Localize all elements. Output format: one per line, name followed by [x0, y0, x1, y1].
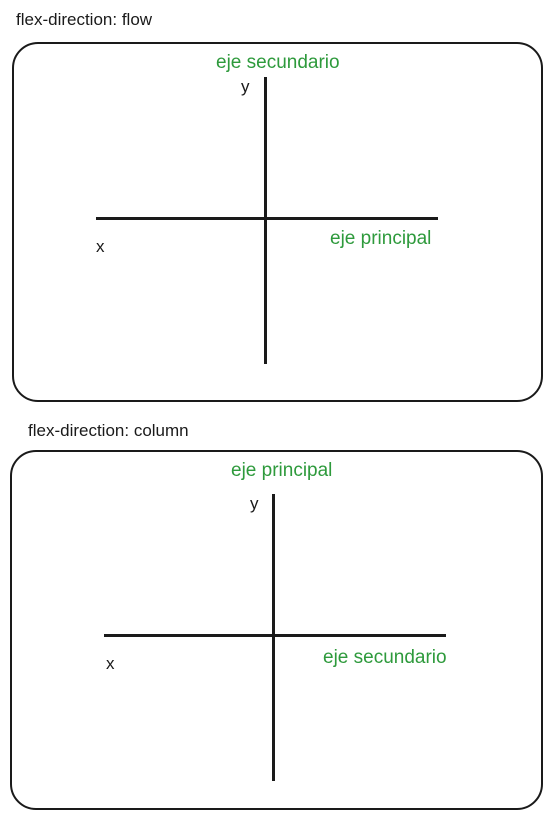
diagram-2-vertical-axis [272, 494, 275, 781]
diagram-2-horizontal-axis [104, 634, 446, 637]
diagram-1-vertical-axis-label: eje secundario [216, 52, 340, 73]
diagram-2-horizontal-axis-label: eje secundario [323, 647, 447, 668]
diagram-1-y-letter: y [241, 77, 250, 96]
diagram-1-caption: flex-direction: flow [16, 10, 153, 29]
diagram-1-vertical-axis [264, 77, 267, 364]
diagram-2-vertical-axis-label: eje principal [231, 460, 333, 481]
diagram-1-horizontal-axis [96, 217, 438, 220]
diagram-2-y-letter: y [250, 494, 259, 513]
diagram-2-x-letter: x [106, 654, 115, 673]
diagram-1-horizontal-axis-label: eje principal [330, 228, 432, 249]
diagram-1-frame [12, 42, 543, 402]
diagram-2-frame [10, 450, 543, 810]
diagram-2-caption: flex-direction: column [28, 421, 189, 440]
diagram-1-x-letter: x [96, 237, 105, 256]
